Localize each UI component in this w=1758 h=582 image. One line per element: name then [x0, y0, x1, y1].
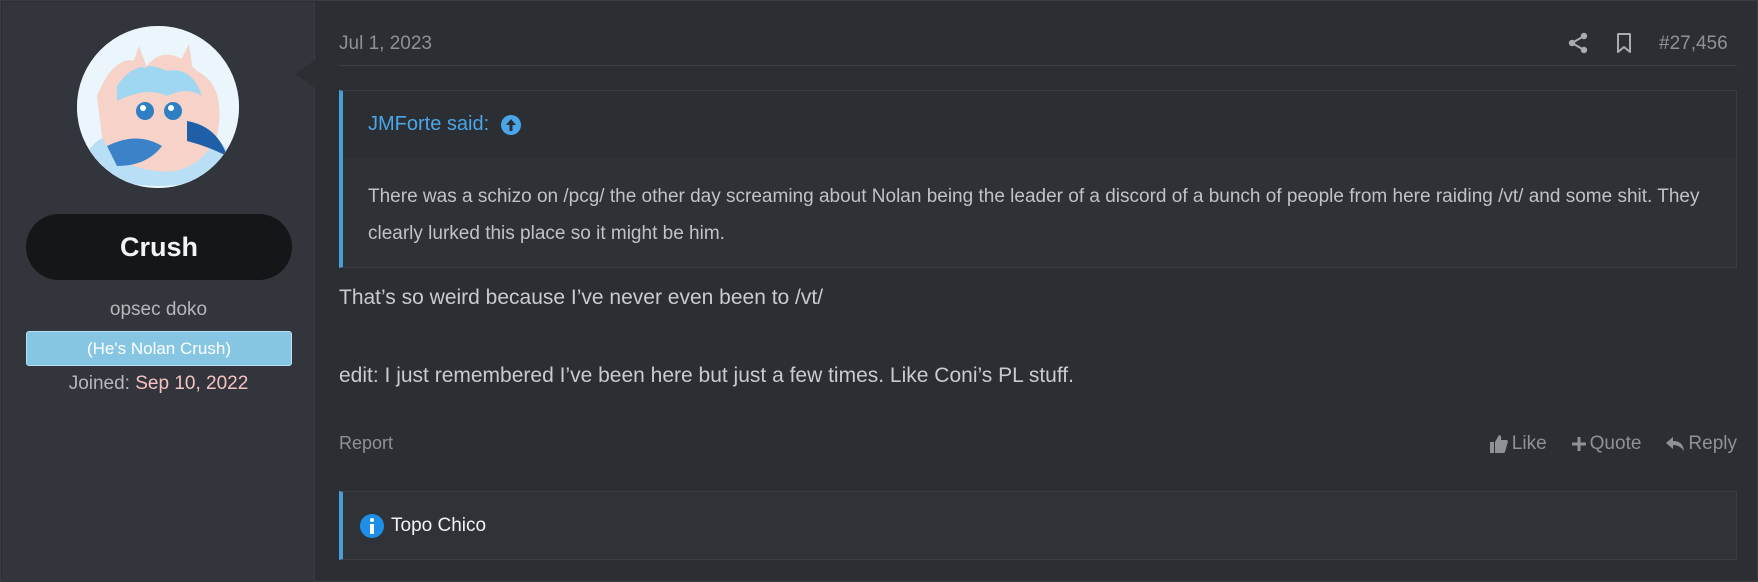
- user-info-column: Crush opsec doko (He's Nolan Crush) Join…: [2, 2, 315, 582]
- reply-button[interactable]: Reply: [1665, 433, 1737, 455]
- quote-text: There was a schizo on /pcg/ the other da…: [368, 186, 1700, 244]
- notice-text: Topo Chico: [391, 514, 487, 536]
- quote-button[interactable]: Quote: [1571, 433, 1642, 455]
- joined-date: Sep 10, 2022: [135, 373, 249, 394]
- message-line-1: That’s so weird because I’ve never even …: [339, 286, 824, 309]
- thumbs-up-icon: [1489, 435, 1508, 453]
- message-line-2: edit: I just remembered I’ve been here b…: [339, 364, 1074, 387]
- quote-label: Quote: [1589, 433, 1642, 454]
- avatar-image: [77, 26, 239, 188]
- share-icon[interactable]: [1567, 32, 1589, 54]
- username-pill[interactable]: Crush: [26, 214, 292, 280]
- signature-notice: Topo Chico: [339, 491, 1737, 560]
- like-button[interactable]: Like: [1489, 433, 1547, 455]
- info-icon: [360, 513, 384, 538]
- user-title: opsec doko: [109, 299, 208, 320]
- quote-author[interactable]: JMForte said:: [368, 113, 489, 136]
- post-actions: Like Quote Reply: [1465, 433, 1737, 455]
- bookmark-icon[interactable]: [1613, 32, 1635, 54]
- avatar[interactable]: [77, 26, 239, 188]
- joined-label: Joined:: [68, 373, 130, 394]
- header-divider: [339, 65, 1737, 66]
- like-label: Like: [1511, 433, 1547, 454]
- quote-header[interactable]: JMForte said:: [343, 91, 1736, 158]
- post-pointer-arrow: [295, 60, 315, 88]
- plus-icon: [1571, 437, 1586, 451]
- quote-block: JMForte said: There was a schizo on /pcg…: [339, 90, 1737, 268]
- post-main: Jul 1, 2023 #27,456 JMForte said: There …: [316, 2, 1758, 582]
- post-date[interactable]: Jul 1, 2023: [339, 33, 432, 55]
- reply-label: Reply: [1688, 433, 1737, 454]
- username[interactable]: Crush: [120, 232, 198, 263]
- reply-icon: [1666, 437, 1685, 451]
- user-banner: (He's Nolan Crush): [26, 331, 292, 366]
- joined-info: Joined: Sep 10, 2022: [2, 373, 315, 395]
- arrow-up-circle-icon[interactable]: [500, 114, 522, 136]
- post-number[interactable]: #27,456: [1659, 33, 1728, 55]
- forum-post: Crush opsec doko (He's Nolan Crush) Join…: [0, 0, 1758, 582]
- report-link[interactable]: Report: [339, 433, 393, 454]
